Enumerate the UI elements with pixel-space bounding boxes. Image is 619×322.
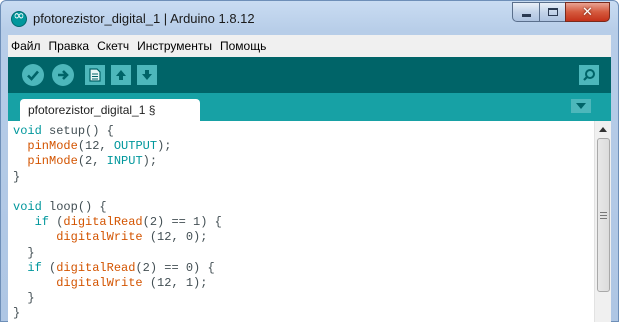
maximize-icon [547, 8, 558, 16]
menu-help[interactable]: Помощь [216, 39, 270, 53]
title-bar[interactable]: pfotorezistor_digital_1 | Arduino 1.8.12… [1, 1, 618, 35]
code-line[interactable]: if (digitalRead(2) == 0) { [13, 261, 588, 276]
menu-edit[interactable]: Правка [45, 39, 94, 53]
code-line[interactable]: digitalWrite (12, 1); [13, 276, 588, 291]
minimize-button[interactable] [512, 2, 539, 22]
serial-monitor-icon [583, 69, 595, 81]
vertical-scrollbar[interactable] [594, 121, 611, 322]
app-client-area: Файл Правка Скетч Инструменты Помощь pfo… [8, 35, 611, 322]
minimize-icon [521, 13, 531, 17]
arduino-infinity-icon [11, 8, 27, 27]
code-text[interactable]: void setup() { pinMode(12, OUTPUT); pinM… [13, 124, 588, 322]
upload-icon [58, 70, 69, 80]
arduino-window: pfotorezistor_digital_1 | Arduino 1.8.12… [0, 0, 619, 322]
menu-bar: Файл Правка Скетч Инструменты Помощь [8, 35, 611, 57]
upload-button[interactable] [52, 64, 74, 86]
window-controls: ✕ [512, 2, 610, 24]
code-line[interactable]: void setup() { [13, 124, 588, 139]
code-line[interactable]: } [13, 291, 588, 306]
chevron-down-icon [576, 103, 586, 109]
menu-file[interactable]: Файл [8, 39, 45, 53]
menu-tools[interactable]: Инструменты [133, 39, 216, 53]
open-button[interactable] [111, 65, 131, 85]
verify-button[interactable] [22, 64, 44, 86]
code-line[interactable] [13, 185, 588, 200]
code-line[interactable]: } [13, 170, 588, 185]
serial-monitor-button[interactable] [579, 65, 599, 85]
arrow-up-icon [599, 126, 607, 132]
code-editor[interactable]: void setup() { pinMode(12, OUTPUT); pinM… [8, 121, 611, 322]
tab-sketch[interactable]: pfotorezistor_digital_1 § [20, 99, 200, 121]
scroll-up-button[interactable] [595, 121, 611, 137]
grip-icon [600, 211, 607, 219]
new-button[interactable] [85, 65, 105, 85]
code-line[interactable]: pinMode(2, INPUT); [13, 154, 588, 169]
tab-bar: pfotorezistor_digital_1 § [8, 93, 611, 121]
code-line[interactable]: digitalWrite (12, 0); [13, 230, 588, 245]
toolbar [8, 57, 611, 93]
menu-sketch[interactable]: Скетч [93, 39, 133, 53]
code-line[interactable]: if (digitalRead(2) == 1) { [13, 215, 588, 230]
tab-menu-button[interactable] [571, 99, 591, 113]
code-line[interactable]: void loop() { [13, 200, 588, 215]
code-line[interactable]: pinMode(12, OUTPUT); [13, 139, 588, 154]
open-icon [116, 70, 126, 80]
close-icon: ✕ [582, 4, 593, 20]
save-button[interactable] [137, 65, 157, 85]
maximize-button[interactable] [539, 2, 565, 22]
save-icon [142, 70, 152, 80]
verify-icon [27, 70, 39, 81]
window-title: pfotorezistor_digital_1 | Arduino 1.8.12 [33, 11, 255, 26]
code-line[interactable]: } [13, 306, 588, 321]
close-button[interactable]: ✕ [565, 2, 610, 22]
code-line[interactable]: } [13, 246, 588, 261]
scrollbar-thumb[interactable] [597, 138, 610, 292]
new-icon [89, 68, 101, 82]
